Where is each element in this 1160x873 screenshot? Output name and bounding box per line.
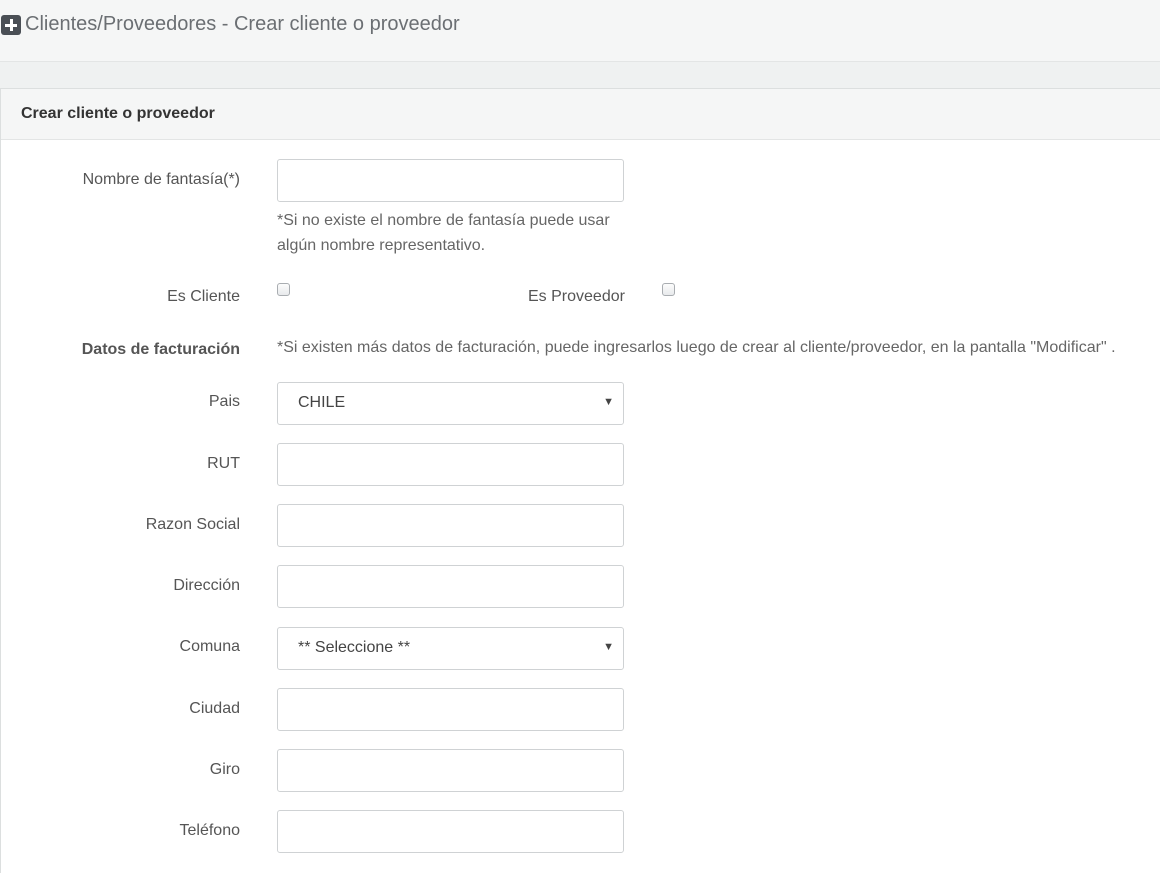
- direccion-label: Dirección: [173, 577, 240, 594]
- page-title: Clientes/Proveedores - Crear cliente o p…: [25, 13, 460, 35]
- razon-social-input[interactable]: [277, 504, 624, 547]
- es-proveedor-label: Es Proveedor: [528, 288, 625, 305]
- plus-square-icon: [1, 15, 21, 35]
- ciudad-label: Ciudad: [189, 700, 240, 717]
- panel-title: Crear cliente o proveedor: [21, 105, 215, 122]
- comuna-selected-value: ** Seleccione **: [298, 639, 411, 656]
- es-proveedor-checkbox[interactable]: [662, 283, 675, 296]
- rut-input[interactable]: [277, 443, 624, 486]
- chevron-down-icon: ▼: [603, 641, 614, 653]
- comuna-label: Comuna: [179, 638, 240, 655]
- telefono-label: Teléfono: [179, 822, 241, 839]
- telefono-input[interactable]: [277, 810, 624, 853]
- es-cliente-checkbox[interactable]: [277, 283, 290, 296]
- nombre-fantasia-help: *Si no existe el nombre de fantasía pued…: [277, 208, 610, 258]
- es-cliente-label: Es Cliente: [167, 288, 240, 305]
- comuna-select[interactable]: ** Seleccione ** ▼: [277, 627, 624, 670]
- panel-heading: Crear cliente o proveedor: [1, 89, 1160, 140]
- nombre-fantasia-input[interactable]: [277, 159, 624, 202]
- rut-label: RUT: [207, 455, 240, 472]
- razon-social-label: Razon Social: [145, 516, 240, 533]
- content-background: [0, 62, 1160, 89]
- chevron-down-icon: ▼: [603, 396, 614, 408]
- pais-selected-value: CHILE: [298, 394, 346, 411]
- ciudad-input[interactable]: [277, 688, 624, 731]
- datos-facturacion-note: *Si existen más datos de facturación, pu…: [277, 339, 1116, 356]
- nombre-fantasia-help-line2: algún nombre representativo.: [277, 237, 486, 254]
- pais-select[interactable]: CHILE ▼: [277, 382, 624, 425]
- nombre-fantasia-help-line1: *Si no existe el nombre de fantasía pued…: [277, 212, 610, 229]
- page-header: Clientes/Proveedores - Crear cliente o p…: [0, 0, 1160, 62]
- giro-label: Giro: [209, 761, 240, 778]
- datos-facturacion-heading: Datos de facturación: [81, 341, 240, 358]
- direccion-input[interactable]: [277, 565, 624, 608]
- giro-input[interactable]: [277, 749, 624, 792]
- nombre-fantasia-label: Nombre de fantasía(*): [82, 171, 240, 188]
- pais-label: Pais: [208, 393, 240, 410]
